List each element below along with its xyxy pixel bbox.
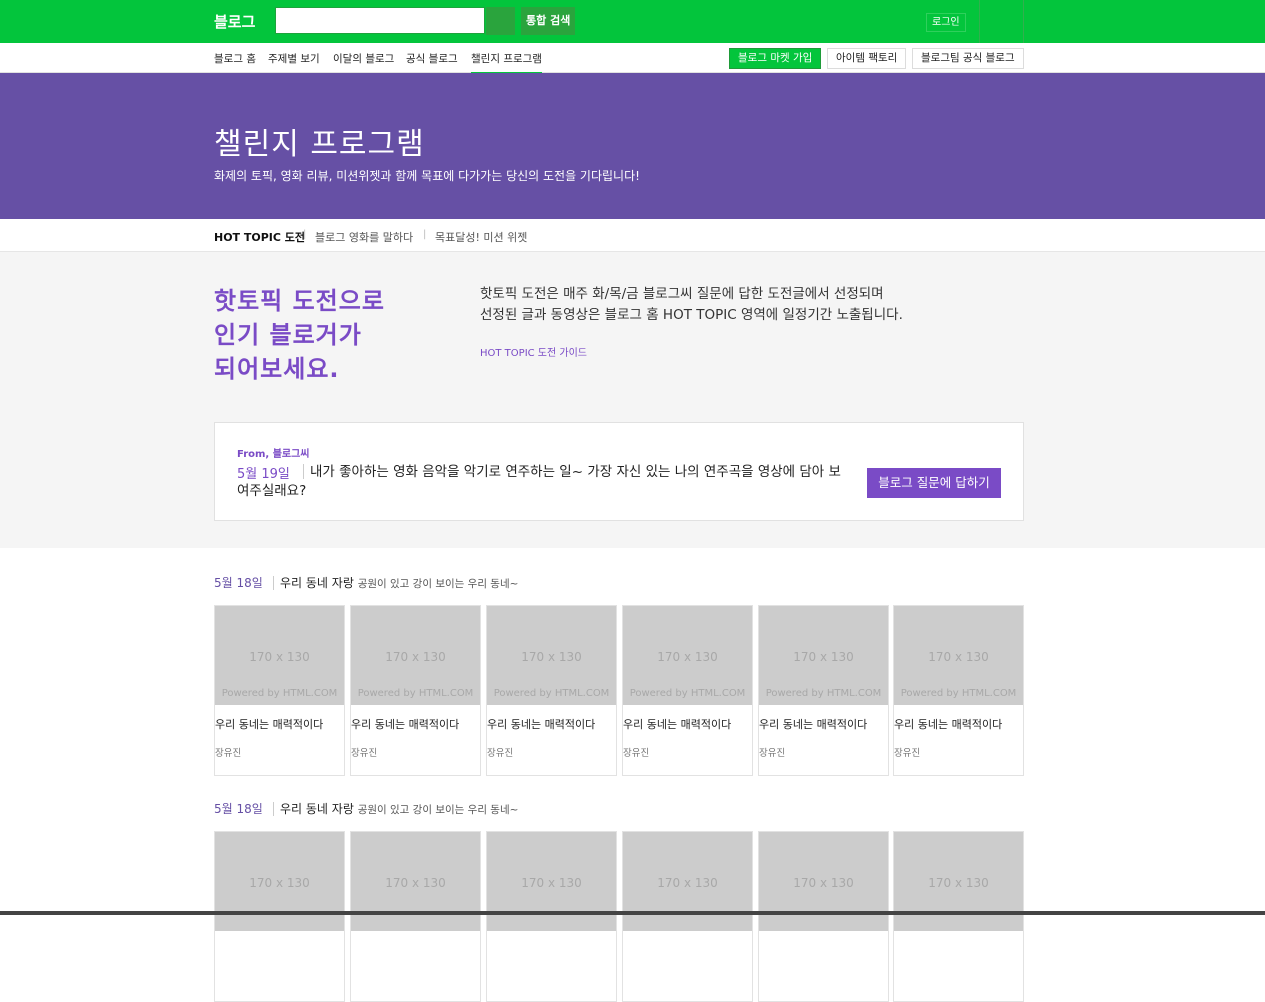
search-icon-button[interactable]	[486, 7, 515, 35]
blog-team-official-button[interactable]: 블로그팀 공식 블로그	[912, 48, 1024, 69]
post-author: 장유진	[351, 748, 378, 759]
post-title[interactable]: 우리 동네는 매력적이다	[623, 716, 731, 732]
post-card[interactable]: 170 x 130	[758, 831, 889, 1002]
post-card[interactable]: 170 x 130	[622, 831, 753, 1002]
post-card[interactable]: 170 x 130 Powered by HTML.COM 우리 동네는 매력적이…	[893, 605, 1024, 776]
post-card[interactable]: 170 x 130	[893, 831, 1024, 1002]
post-author: 장유진	[623, 748, 650, 759]
post-title[interactable]: 우리 동네는 매력적이다	[894, 716, 1002, 732]
question-from: From, 블로그씨	[237, 449, 310, 460]
nav-challenge-program[interactable]: 챌린지 프로그램	[471, 51, 542, 74]
nav-topics[interactable]: 주제별 보기	[268, 51, 320, 66]
question-divider	[303, 464, 304, 479]
answer-question-button[interactable]: 블로그 질문에 답하기	[867, 468, 1001, 498]
post-grid: 170 x 130 Powered by HTML.COM 우리 동네는 매력적이…	[214, 605, 1024, 776]
post-card[interactable]: 170 x 130	[486, 831, 617, 1002]
section-divider	[273, 802, 274, 816]
challenge-tabs: HOT TOPIC 도전 | 블로그 영화를 말하다 | 목표달성! 미션 위젯	[0, 219, 1265, 252]
post-title[interactable]: 우리 동네는 매력적이다	[215, 716, 323, 732]
total-search-button[interactable]: 통합 검색	[521, 7, 576, 35]
post-card[interactable]: 170 x 130 Powered by HTML.COM 우리 동네는 매력적이…	[486, 605, 617, 776]
post-card[interactable]: 170 x 130 Powered by HTML.COM 우리 동네는 매력적이…	[350, 605, 481, 776]
tab-separator: |	[423, 229, 427, 240]
intro-headline: 핫토픽 도전으로 인기 블로거가 되어보세요.	[214, 287, 385, 383]
topic-section: 5월 18일 우리 동네 자랑 공원이 있고 강이 보이는 우리 동네~ 170…	[214, 574, 1024, 776]
post-thumbnail[interactable]: 170 x 130	[894, 832, 1023, 931]
post-card[interactable]: 170 x 130 Powered by HTML.COM 우리 동네는 매력적이…	[758, 605, 889, 776]
search-input[interactable]	[276, 8, 484, 33]
section-header: 5월 18일 우리 동네 자랑 공원이 있고 강이 보이는 우리 동네~	[214, 800, 1024, 820]
post-card[interactable]: 170 x 130 Powered by HTML.COM 우리 동네는 매력적이…	[622, 605, 753, 776]
hot-topic-guide-link[interactable]: HOT TOPIC 도전 가이드	[480, 344, 587, 359]
blog-question-card: From, 블로그씨 내가 좋아하는 영화 음악을 악기로 연주하는 일~ 가장…	[214, 422, 1024, 521]
question-date: 5월 19일	[237, 467, 290, 482]
post-thumbnail[interactable]: 170 x 130 Powered by HTML.COM	[623, 606, 752, 705]
post-author: 장유진	[759, 748, 786, 759]
post-title[interactable]: 우리 동네는 매력적이다	[487, 716, 595, 732]
top-bar: 블로그 통합 검색 로그인	[0, 0, 1265, 43]
post-card[interactable]: 170 x 130	[214, 831, 345, 1002]
question-text: 내가 좋아하는 영화 음악을 악기로 연주하는 일~ 가장 자신 있는 나의 연…	[237, 464, 841, 499]
intro-description: 핫토픽 도전은 매주 화/목/금 블로그씨 질문에 답한 도전글에서 선정되며 …	[480, 286, 903, 323]
tab-separator: |	[303, 229, 307, 240]
section-header: 5월 18일 우리 동네 자랑 공원이 있고 강이 보이는 우리 동네~	[214, 574, 1024, 594]
post-thumbnail[interactable]: 170 x 130 Powered by HTML.COM	[487, 606, 616, 705]
post-title[interactable]: 우리 동네는 매력적이다	[351, 716, 459, 732]
hero-banner: 챌린지 프로그램 화제의 토픽, 영화 리뷰, 미션위젯과 함께 목표에 다가가…	[0, 73, 1265, 219]
nav-monthly-blog[interactable]: 이달의 블로그	[333, 51, 394, 66]
post-thumbnail[interactable]: 170 x 130	[759, 832, 888, 931]
tab-movie-talk[interactable]: 블로그 영화를 말하다	[315, 229, 413, 245]
post-thumbnail[interactable]: 170 x 130	[623, 832, 752, 931]
post-thumbnail[interactable]: 170 x 130	[351, 832, 480, 931]
login-button[interactable]: 로그인	[926, 13, 966, 32]
topbar-divider	[979, 0, 980, 43]
section-title[interactable]: 우리 동네 자랑 공원이 있고 강이 보이는 우리 동네~	[280, 574, 518, 591]
tab-mission-widget[interactable]: 목표달성! 미션 위젯	[435, 229, 527, 245]
post-thumbnail[interactable]: 170 x 130	[215, 832, 344, 931]
post-thumbnail[interactable]: 170 x 130 Powered by HTML.COM	[215, 606, 344, 705]
page-subtitle: 화제의 토픽, 영화 리뷰, 미션위젯과 함께 목표에 다가가는 당신의 도전을…	[214, 169, 640, 183]
hot-topic-intro: 핫토픽 도전으로 인기 블로거가 되어보세요. 핫토픽 도전은 매주 화/목/금…	[0, 252, 1265, 548]
post-thumbnail[interactable]: 170 x 130 Powered by HTML.COM	[351, 606, 480, 705]
search-box	[275, 7, 485, 34]
post-card[interactable]: 170 x 130 Powered by HTML.COM 우리 동네는 매력적이…	[214, 605, 345, 776]
section-divider	[273, 576, 274, 590]
post-card[interactable]: 170 x 130	[350, 831, 481, 1002]
tab-hot-topic[interactable]: HOT TOPIC 도전	[214, 229, 305, 245]
page-title: 챌린지 프로그램	[214, 127, 425, 162]
section-title[interactable]: 우리 동네 자랑 공원이 있고 강이 보이는 우리 동네~	[280, 800, 518, 817]
blog-logo[interactable]: 블로그	[214, 11, 255, 32]
nav-blog-home[interactable]: 블로그 홈	[214, 51, 256, 66]
post-thumbnail[interactable]: 170 x 130 Powered by HTML.COM	[894, 606, 1023, 705]
post-author: 장유진	[215, 748, 242, 759]
blog-market-join-button[interactable]: 블로그 마켓 가입	[729, 48, 822, 69]
post-title[interactable]: 우리 동네는 매력적이다	[759, 716, 867, 732]
topbar-divider	[1023, 0, 1024, 43]
window-bottom-edge	[0, 911, 1265, 915]
post-author: 장유진	[894, 748, 921, 759]
item-factory-button[interactable]: 아이템 팩토리	[827, 48, 907, 69]
sub-navigation: 블로그 홈 주제별 보기 이달의 블로그 공식 블로그 챌린지 프로그램 블로그…	[0, 43, 1265, 74]
post-thumbnail[interactable]: 170 x 130	[487, 832, 616, 931]
post-author: 장유진	[487, 748, 514, 759]
post-thumbnail[interactable]: 170 x 130 Powered by HTML.COM	[759, 606, 888, 705]
section-date: 5월 18일	[214, 802, 263, 816]
nav-official-blog[interactable]: 공식 블로그	[406, 51, 458, 66]
section-date: 5월 18일	[214, 576, 263, 590]
topic-section: 5월 18일 우리 동네 자랑 공원이 있고 강이 보이는 우리 동네~ 170…	[214, 800, 1024, 1002]
post-grid: 170 x 130 170 x 130 170 x 130 170 x 130 …	[214, 831, 1024, 1002]
